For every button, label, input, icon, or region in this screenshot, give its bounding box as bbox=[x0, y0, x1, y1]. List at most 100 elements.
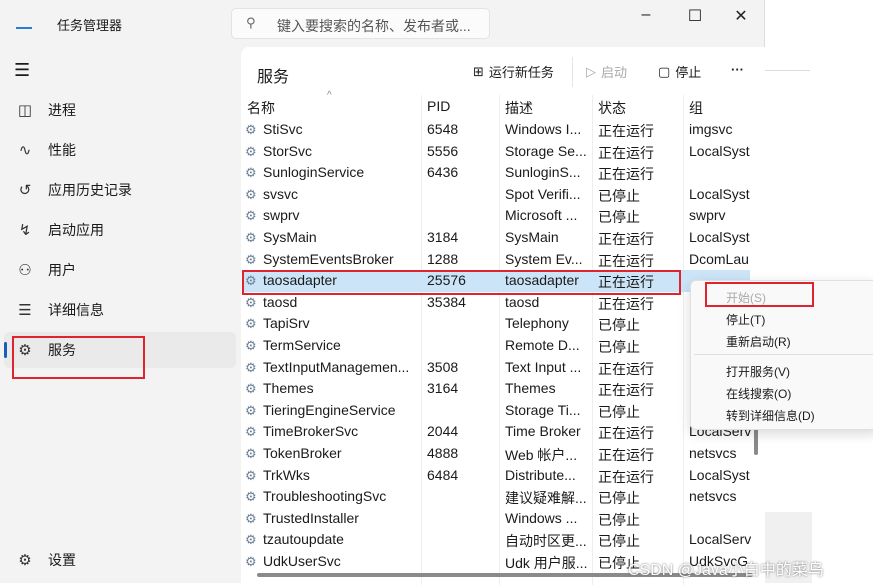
table-row[interactable]: ⚙ swprv Microsoft ... 已停止 swprv bbox=[242, 205, 750, 227]
cell: 正在运行 bbox=[598, 468, 654, 485]
stop-icon: ▢ bbox=[658, 63, 671, 79]
cell: swprv bbox=[689, 207, 726, 224]
table-row[interactable]: ⚙ StiSvc 6548 Windows I... 正在运行 imgsvc bbox=[242, 119, 750, 141]
cell: 正在运行 bbox=[598, 166, 654, 183]
menu-item[interactable]: 打开服务(V) bbox=[726, 363, 790, 380]
sidebar-item-0[interactable]: ◫ 进程 bbox=[4, 92, 236, 128]
sidebar-item-settings[interactable]: ⚙ 设置 bbox=[4, 542, 236, 578]
watermark: CSDN @Java小白中的菜鸟 bbox=[628, 562, 824, 579]
table-row[interactable]: ⚙ TimeBrokerSvc 2044 Time Broker 正在运行 LocalSe… bbox=[242, 421, 751, 443]
cell: TimeBrokerSvc bbox=[263, 423, 359, 440]
table-row[interactable]: ⚙ TextInputManagemen... 3508 Text Input ...… bbox=[242, 357, 750, 379]
table-row[interactable]: ⚙ taosd 35384 taosd 正在运行 bbox=[242, 292, 750, 314]
service-icon: ⚙ bbox=[245, 489, 257, 505]
cell: Themes bbox=[263, 380, 314, 397]
run-new-task-button[interactable]: ⊞ 运行新任务 bbox=[473, 62, 554, 81]
cell: imgsvc bbox=[689, 121, 733, 137]
table-row[interactable]: ⚙ tzautoupdate 自动时区更... 已停止 LocalServ bbox=[242, 529, 751, 551]
table-row[interactable]: ⚙ TermService Remote D... 已停止 bbox=[242, 335, 750, 357]
cell: LocalSyst bbox=[689, 466, 750, 483]
close-button[interactable]: ✕ bbox=[726, 6, 756, 26]
table-row[interactable]: ⚙ StorSvc 5556 Storage Se... 正在运行 LocalSyst bbox=[242, 141, 750, 163]
cell: TrustedInstaller bbox=[263, 509, 359, 526]
cell: 正在运行 bbox=[598, 295, 654, 312]
table-row[interactable]: ⚙ SysMain 3184 SysMain 正在运行 LocalSyst bbox=[242, 227, 750, 249]
menu-item[interactable]: 停止(T) bbox=[726, 311, 765, 328]
cell: TrkWks bbox=[263, 466, 310, 483]
column-header-status[interactable]: 状态 bbox=[598, 98, 626, 118]
more-button[interactable]: ··· bbox=[731, 62, 744, 77]
sidebar-item-label: 设置 bbox=[48, 552, 76, 568]
users-icon: ⚇ bbox=[18, 262, 32, 279]
cell: 已停止 bbox=[598, 511, 640, 528]
table-row[interactable]: ⚙ TapiSrv Telephony 已停止 bbox=[242, 313, 750, 335]
sidebar-item-label: 启动应用 bbox=[48, 222, 104, 238]
menu-icon[interactable]: ☰ bbox=[14, 60, 30, 81]
table-row[interactable]: ⚙ SunloginService 6436 SunloginS... 正在运行 bbox=[242, 162, 750, 184]
run-task-icon: ⊞ bbox=[473, 63, 484, 79]
cell: 正在运行 bbox=[598, 252, 654, 269]
sidebar-item-label: 用户 bbox=[48, 262, 76, 278]
table-header: 名称 PID 描述 状态 组 bbox=[241, 95, 751, 117]
cell: TextInputManagemen... bbox=[263, 358, 410, 375]
cell: 6548 bbox=[427, 121, 459, 137]
sidebar-item-1[interactable]: ∿ 性能 bbox=[4, 132, 236, 168]
table-row[interactable]: ⚙ TrkWks 6484 Distribute... 正在运行 LocalSyst bbox=[242, 465, 750, 487]
start-button[interactable]: ▷ 启动 bbox=[586, 62, 627, 81]
cell: 正在运行 bbox=[598, 231, 654, 247]
service-icon: ⚙ bbox=[245, 532, 257, 548]
page-title: 服务 bbox=[257, 69, 290, 86]
service-icon: ⚙ bbox=[245, 316, 257, 332]
cell: 35384 bbox=[427, 293, 466, 310]
minimize-button[interactable]: – bbox=[631, 6, 661, 24]
cell: SysMain bbox=[505, 229, 559, 245]
column-header-pid[interactable]: PID bbox=[427, 98, 450, 114]
service-icon: ⚙ bbox=[245, 338, 257, 353]
table-row[interactable]: ⚙ TroubleshootingSvc 建议疑难解... 已停止 netsvcs bbox=[242, 486, 750, 508]
processes-icon: ◫ bbox=[17, 102, 33, 119]
cell: LocalSyst bbox=[689, 229, 750, 245]
sidebar-item-3[interactable]: ↯ 启动应用 bbox=[4, 212, 236, 248]
service-icon: ⚙ bbox=[245, 186, 257, 202]
table-row[interactable]: ⚙ TrustedInstaller Windows ... 已停止 bbox=[242, 508, 750, 530]
sidebar-item-label: 进程 bbox=[48, 102, 76, 118]
search-input[interactable]: ⚲ 键入要搜索的名称、发布者或... bbox=[231, 8, 490, 39]
cell: 已停止 bbox=[598, 490, 640, 507]
service-icon: ⚙ bbox=[245, 446, 257, 461]
menu-item[interactable]: 在线搜索(O) bbox=[726, 385, 791, 402]
service-icon: ⚙ bbox=[245, 424, 257, 440]
highlight-box bbox=[705, 282, 814, 307]
sidebar-item-4[interactable]: ⚇ 用户 bbox=[4, 252, 236, 288]
cell: taosd bbox=[263, 293, 298, 310]
cell: 1288 bbox=[427, 250, 459, 267]
sidebar-item-5[interactable]: ☰ 详细信息 bbox=[4, 292, 236, 328]
cell: StorSvc bbox=[263, 142, 313, 159]
vertical-scrollbar[interactable] bbox=[754, 427, 758, 455]
cell: 正在运行 bbox=[598, 360, 654, 377]
cell: Remote D... bbox=[505, 337, 580, 353]
table-row[interactable]: ⚙ svsvc Spot Verifi... 已停止 LocalSyst bbox=[242, 184, 750, 206]
cell: 2044 bbox=[427, 423, 459, 440]
cell: SysMain bbox=[263, 229, 317, 245]
menu-item[interactable]: 转到详细信息(D) bbox=[726, 407, 815, 424]
cell: Themes bbox=[505, 380, 556, 397]
table-row[interactable]: ⚙ SystemEventsBroker 1288 System Ev... 正在运行 D… bbox=[242, 249, 750, 271]
cell: Storage Se... bbox=[505, 142, 587, 159]
table-row[interactable]: ⚙ TokenBroker 4888 Web 帐户... 正在运行 netsvcs bbox=[242, 443, 750, 465]
table-row[interactable]: ⚙ TieringEngineService Storage Ti... 已停止 bbox=[242, 400, 750, 422]
stop-button[interactable]: ▢ 停止 bbox=[658, 62, 701, 81]
service-icon: ⚙ bbox=[245, 230, 257, 245]
menu-divider bbox=[694, 354, 873, 355]
sidebar-item-2[interactable]: ↺ 应用历史记录 bbox=[4, 172, 236, 208]
cell: TieringEngineService bbox=[263, 401, 396, 418]
menu-item[interactable]: 重新启动(R) bbox=[726, 333, 791, 350]
cell: 已停止 bbox=[598, 187, 640, 204]
services-panel: 服务 ⊞ 运行新任务 ▷ 启动 ▢ 停止 ··· ^ 名称 PID 描述 状态 组 ⚙… bbox=[241, 47, 765, 585]
column-header-name[interactable]: 名称 bbox=[247, 98, 275, 118]
service-icon: ⚙ bbox=[245, 554, 257, 569]
column-header-group[interactable]: 组 bbox=[689, 98, 703, 118]
column-header-description[interactable]: 描述 bbox=[505, 98, 533, 118]
highlight-box bbox=[12, 336, 145, 379]
maximize-button[interactable]: ☐ bbox=[680, 6, 710, 26]
table-row[interactable]: ⚙ Themes 3164 Themes 正在运行 bbox=[242, 378, 750, 400]
